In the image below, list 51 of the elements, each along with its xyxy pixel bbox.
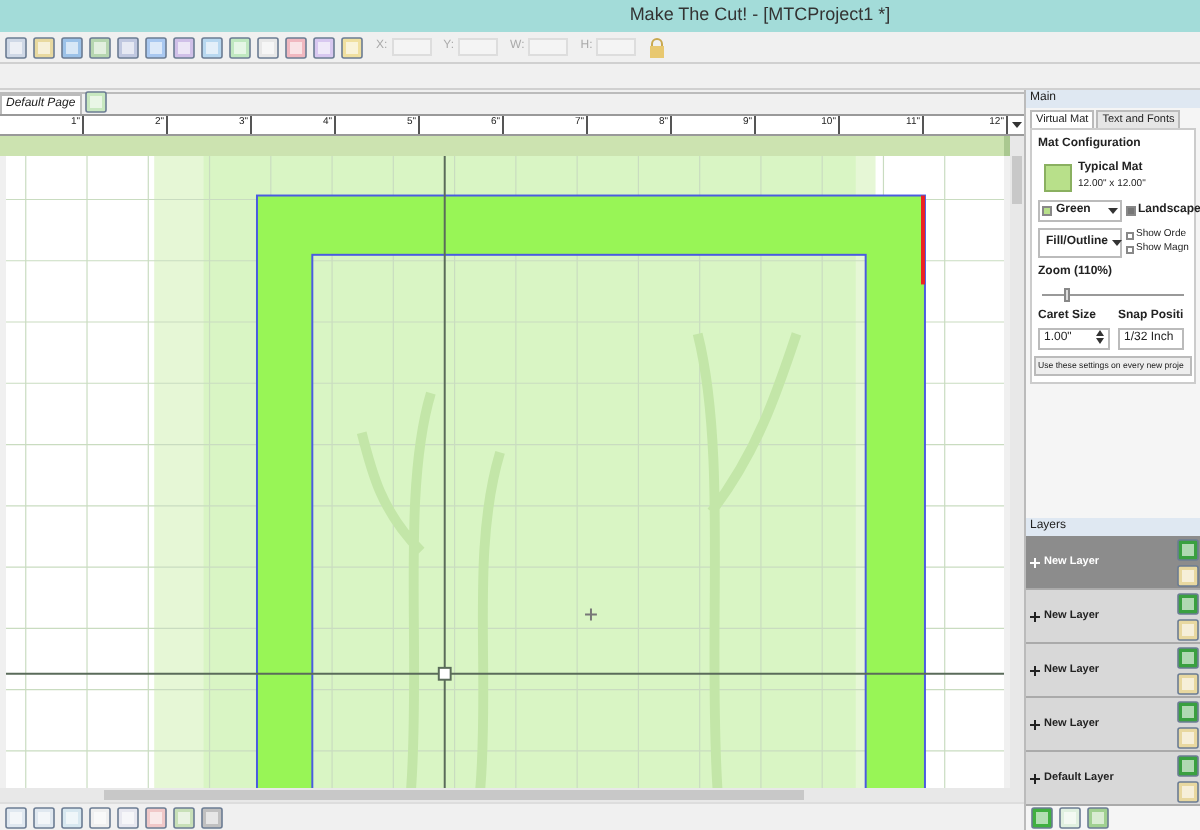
move-layer-icon[interactable]	[1176, 591, 1200, 615]
toolbar-tool-icon[interactable]	[312, 35, 336, 59]
edit-tool-icon[interactable]	[60, 805, 84, 829]
edit-tool-icon[interactable]	[172, 805, 196, 829]
move-layer-icon[interactable]	[1176, 753, 1200, 777]
layer-visibility-icon[interactable]	[1176, 725, 1200, 749]
edit-tool-icon[interactable]	[144, 805, 168, 829]
toolbar-tool-icon[interactable]	[172, 35, 196, 59]
toolbar-tool-icon[interactable]	[4, 35, 28, 59]
window-title: Make The Cut! - [MTCProject1 *]	[629, 2, 891, 29]
move-layer-icon[interactable]	[1176, 645, 1200, 669]
toolbar-tool-icon[interactable]	[88, 35, 112, 59]
color-swatch	[1042, 205, 1052, 216]
mat-preview	[1044, 163, 1072, 191]
toolbar-tool-icon[interactable]	[340, 35, 364, 59]
edit-tool-icon[interactable]	[88, 805, 112, 829]
expand-icon[interactable]	[1030, 719, 1040, 729]
dropdown-caret-icon[interactable]	[1112, 239, 1122, 246]
edit-tool-icon[interactable]	[200, 805, 224, 829]
add-layer-icon[interactable]	[1030, 806, 1054, 830]
expand-icon[interactable]	[1030, 611, 1040, 621]
layer-visibility-icon[interactable]	[1176, 671, 1200, 695]
toolbar-tool-icon[interactable]	[228, 35, 252, 59]
add-page-icon[interactable]	[83, 90, 108, 114]
zoom-slider[interactable]	[1042, 287, 1184, 302]
toolbar-tool-icon[interactable]	[116, 35, 140, 59]
toolbar-tool-icon[interactable]	[200, 35, 224, 59]
layer-visibility-icon[interactable]	[1176, 563, 1200, 587]
move-layer-icon[interactable]	[1176, 537, 1200, 561]
dropdown-caret-icon[interactable]	[1011, 122, 1021, 128]
toolbar-tool-icon[interactable]	[32, 35, 56, 59]
expand-icon[interactable]	[1030, 773, 1040, 783]
layer-visibility-icon[interactable]	[1176, 617, 1200, 641]
duplicate-layer-icon[interactable]	[1058, 806, 1082, 830]
layer-visibility-icon[interactable]	[1176, 779, 1200, 803]
slider-thumb[interactable]	[1063, 287, 1070, 302]
vertical-scrollbar[interactable]	[1010, 136, 1024, 802]
expand-icon[interactable]	[1030, 665, 1040, 675]
edit-tool-icon[interactable]	[4, 805, 28, 829]
edit-tool-icon[interactable]	[116, 805, 140, 829]
toolbar-tool-icon[interactable]	[256, 35, 280, 59]
dropdown-caret-icon[interactable]	[1108, 207, 1118, 214]
edit-tool-icon[interactable]	[32, 805, 56, 829]
toolbar-tool-icon[interactable]	[284, 35, 308, 59]
horizontal-scrollbar-thumb[interactable]	[104, 790, 804, 801]
merge-layer-icon[interactable]	[1086, 806, 1110, 830]
lock-icon[interactable]	[648, 37, 667, 57]
move-layer-icon[interactable]	[1176, 699, 1200, 723]
toolbar-tool-icon[interactable]	[60, 35, 84, 59]
toolbar-tool-icon[interactable]	[144, 35, 168, 59]
spinner-arrows-icon[interactable]	[1096, 329, 1104, 344]
